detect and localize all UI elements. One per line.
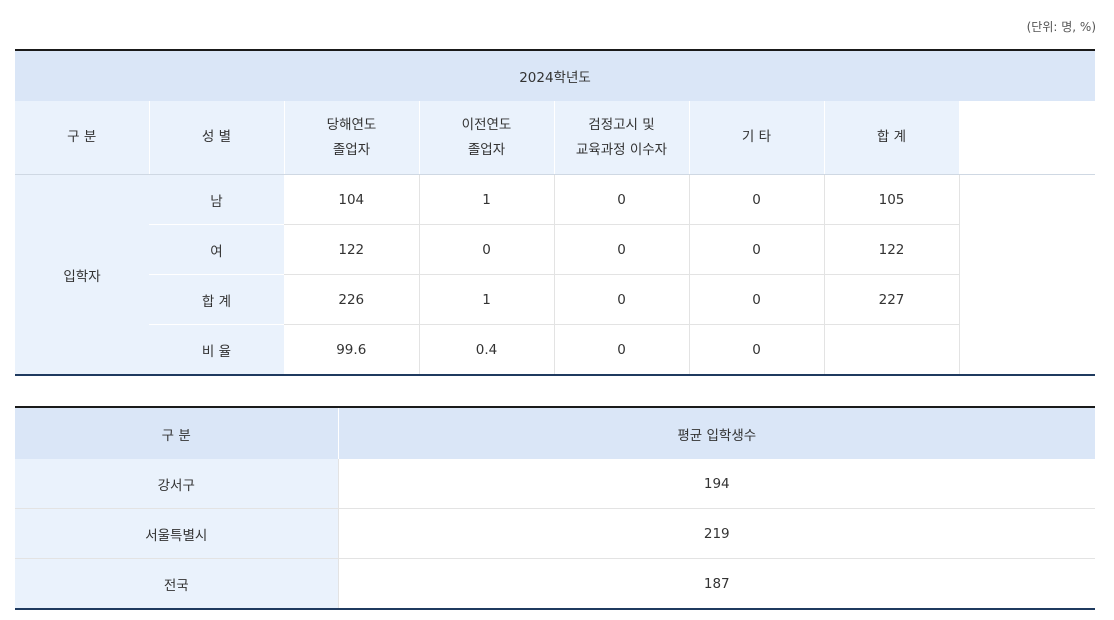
table-cell: 0 — [689, 174, 825, 225]
row-label: 전국 — [15, 558, 338, 609]
blank-cell — [959, 324, 1095, 375]
row-label: 서울특별시 — [15, 508, 338, 559]
row-label: 강서구 — [15, 459, 338, 509]
table-cell: 0.4 — [419, 324, 555, 375]
table-cell: 99.6 — [284, 324, 420, 375]
table-cell: 194 — [337, 459, 1095, 509]
table-cell: 0 — [419, 224, 555, 275]
blank-cell — [959, 224, 1095, 275]
table-cell: 0 — [554, 224, 690, 275]
table-cell: 1 — [419, 274, 555, 325]
average-admission-table: 구 분 평균 입학생수 강서구 194 서울특별시 219 전국 187 — [15, 406, 1095, 610]
admission-table: 2024학년도 구 분 성 별 당해연도 졸업자 이전연도 졸업자 검정고시 및… — [15, 49, 1095, 376]
table-cell: 0 — [554, 324, 690, 375]
header-total: 합 계 — [824, 101, 960, 175]
table-cell: 0 — [554, 174, 690, 225]
table-cell: 219 — [337, 508, 1095, 559]
table-cell: 104 — [284, 174, 420, 225]
table-cell: 226 — [284, 274, 420, 325]
header-category: 구 분 — [15, 101, 150, 175]
header-average: 평균 입학생수 — [338, 407, 1095, 459]
blank-cell — [959, 274, 1095, 325]
table-cell: 105 — [824, 174, 960, 225]
blank-cell — [959, 174, 1095, 225]
header-gender: 성 별 — [149, 101, 285, 175]
header-ged: 검정고시 및 교육과정 이수자 — [554, 101, 690, 175]
table-cell: 0 — [689, 274, 825, 325]
header-other: 기 타 — [689, 101, 825, 175]
table-cell: 227 — [824, 274, 960, 325]
blank-cell — [959, 101, 1095, 175]
table-cell: 187 — [337, 558, 1095, 609]
row-label: 여 — [149, 224, 284, 275]
row-label: 합 계 — [149, 274, 284, 325]
row-label: 남 — [149, 174, 284, 225]
header-prior-grads: 이전연도 졸업자 — [419, 101, 555, 175]
group-label: 입학자 — [15, 174, 149, 375]
table-cell: 0 — [689, 324, 825, 375]
table-cell: 0 — [689, 224, 825, 275]
year-header: 2024학년도 — [15, 50, 1095, 101]
header-current-grads: 당해연도 졸업자 — [284, 101, 420, 175]
table-cell — [824, 324, 960, 375]
table-cell: 122 — [284, 224, 420, 275]
table-cell: 0 — [554, 274, 690, 325]
row-label: 비 율 — [149, 324, 284, 375]
table-cell: 1 — [419, 174, 555, 225]
table-cell: 122 — [824, 224, 960, 275]
header-category: 구 분 — [15, 407, 339, 459]
unit-note: (단위: 명, %) — [1026, 20, 1096, 34]
